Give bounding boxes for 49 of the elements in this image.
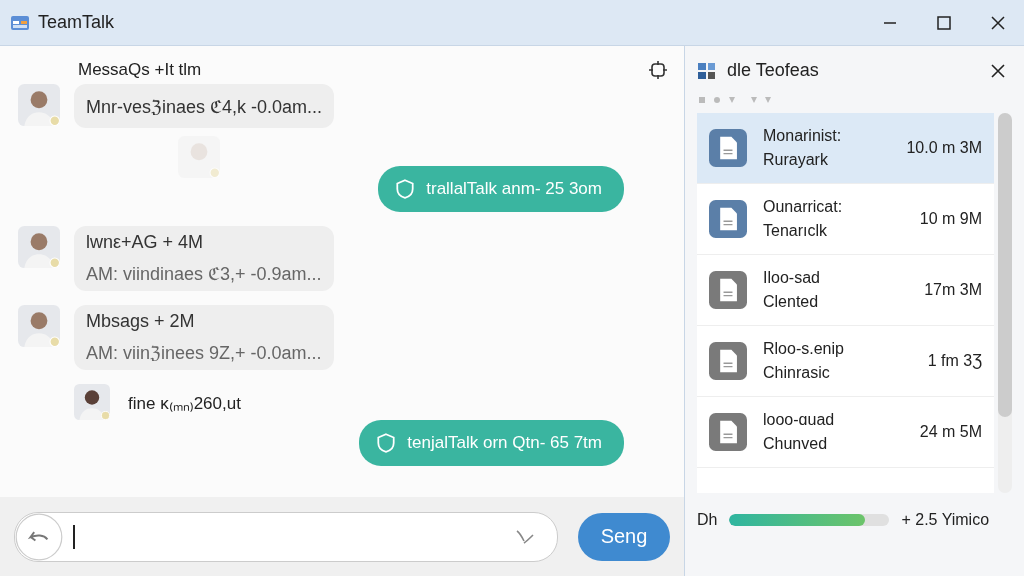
file-name: Monarinist: <box>763 127 843 145</box>
file-name: looo-ɑuad <box>763 411 836 429</box>
avatar <box>74 384 110 420</box>
file-size: 17m 3M <box>924 281 982 299</box>
avatar <box>18 305 60 347</box>
progress-label: Dh <box>697 511 718 529</box>
file-item[interactable]: Rloo-s.enip Chinrasic 1 fm 3Ʒ <box>697 326 994 397</box>
close-icon[interactable] <box>990 62 1006 79</box>
message-text: Mnr-vesℨinaes ℭ4,k -0.0am... <box>86 96 323 118</box>
file-size: 10 m 9M <box>919 210 982 228</box>
message-input[interactable] <box>14 511 558 562</box>
file-item[interactable]: looo-ɑuad Chunved 24 m 5M <box>697 397 994 468</box>
window-title: TeamTalk <box>38 12 116 33</box>
file-name: Ounarricat: <box>763 198 844 216</box>
panel-title: dle Teofeas <box>727 60 820 81</box>
text-cursor <box>73 524 75 549</box>
file-subtitle: Rurayark <box>763 151 829 169</box>
scrollbar[interactable] <box>998 113 1012 493</box>
file-item[interactable]: Iloo-sad Clented 17m 3M <box>697 255 994 326</box>
file-subtitle: Chinrasic <box>763 364 831 382</box>
avatar <box>18 84 60 126</box>
file-subtitle: Chunved <box>763 435 829 453</box>
file-name: Iloo-sad <box>763 269 821 287</box>
message-text: fine κ₍ₘₙ₎260,ut <box>128 392 241 414</box>
file-subtitle: Tenarıclk <box>763 222 829 240</box>
shield-icon <box>394 178 417 200</box>
file-item[interactable]: Ounarricat: Tenarıclk 10 m 9M <box>697 184 994 255</box>
avatar <box>18 226 60 268</box>
message-text: AM: viinℨinees 9Z,+ -0.0am... <box>86 342 322 364</box>
file-size: 24 m 5M <box>919 423 982 441</box>
sent-message: tenjalTalk orn Qtn- 65 7tm <box>359 420 624 466</box>
file-name: Rloo-s.enip <box>763 340 845 358</box>
grid-icon <box>697 60 717 81</box>
progress-reading: + 2.5 Yimico <box>901 511 990 529</box>
message-text: AM: viindinaes ℭ3,+ -0.9am... <box>86 263 322 285</box>
maximize-icon[interactable] <box>936 14 952 31</box>
close-icon[interactable] <box>990 14 1006 31</box>
sent-message: trallalTalk anm- 25 3om <box>378 166 624 212</box>
file-subtitle: Clented <box>763 293 820 311</box>
file-item[interactable]: Monarinist: Rurayark 10.0 m 3M <box>697 113 994 184</box>
message-text: Mbsags + 2M <box>86 311 196 332</box>
message-text: lwnε+AG + 4M <box>86 232 205 253</box>
chat-header: MessaQs +It tlm <box>78 60 203 80</box>
avatar <box>178 136 220 178</box>
send-button[interactable]: Seng <box>578 512 670 561</box>
shield-icon <box>375 432 398 454</box>
target-icon[interactable] <box>648 60 668 80</box>
file-size: 1 fm 3Ʒ <box>927 352 982 370</box>
file-size: 10.0 m 3M <box>906 139 982 157</box>
